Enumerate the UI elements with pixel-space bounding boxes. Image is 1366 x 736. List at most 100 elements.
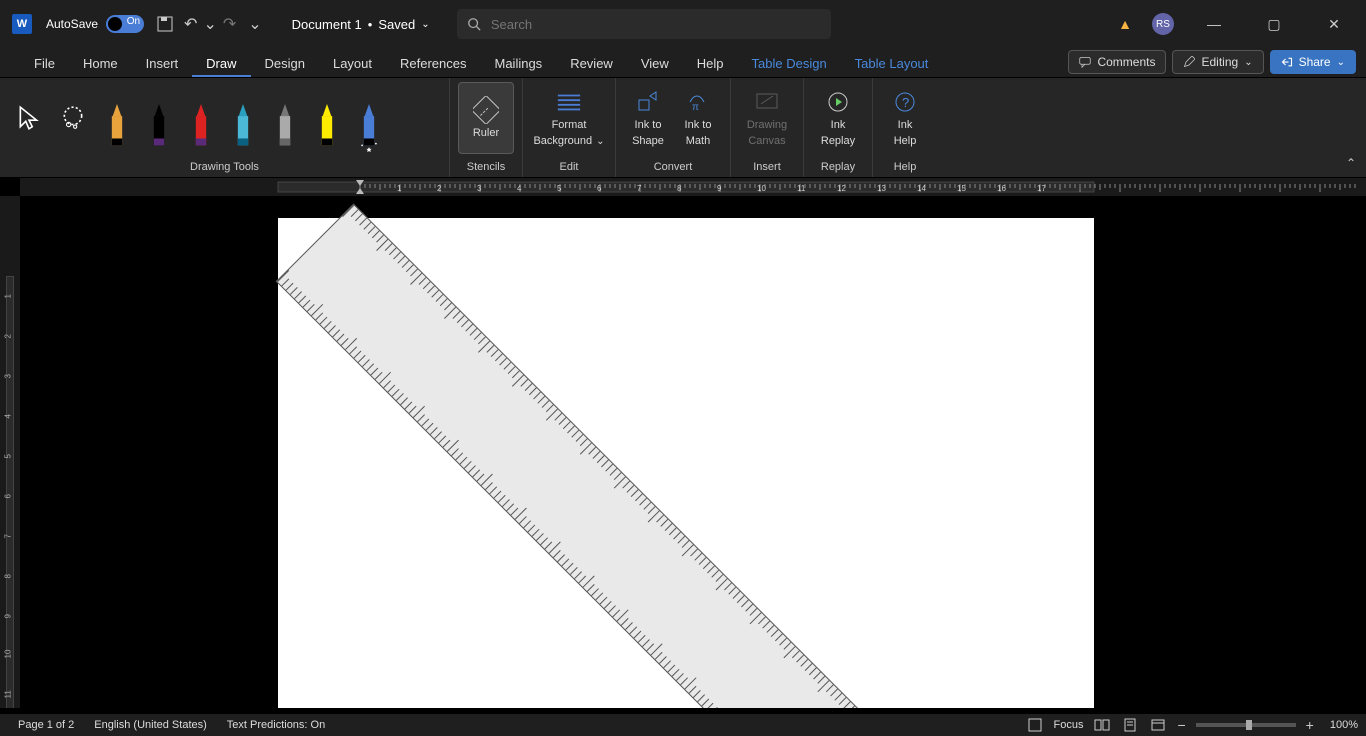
undo-icon[interactable]: ↶ [184,14,197,34]
pen-blue-sparkle[interactable] [348,82,390,154]
warning-icon[interactable]: ▲ [1118,16,1132,32]
status-bar: Page 1 of 2 English (United States) Text… [0,714,1366,736]
text-predictions-indicator[interactable]: Text Predictions: On [217,719,335,731]
undo-more[interactable]: ⌄ [203,14,216,34]
save-icon[interactable] [154,13,176,35]
horizontal-ruler[interactable]: 1234567891011121314151617 [20,178,1366,196]
focus-label[interactable]: Focus [1054,719,1084,731]
search-box[interactable] [457,9,831,39]
print-layout-icon[interactable] [1121,716,1139,734]
dc-l1: Drawing [747,119,787,131]
collapse-ribbon-icon[interactable]: ⌃ [1346,156,1356,170]
svg-text:14: 14 [917,184,926,193]
canvas-icon [754,89,780,115]
pen-black[interactable] [138,82,180,154]
highlighter-yellow[interactable] [306,82,348,154]
tab-design[interactable]: Design [251,52,319,77]
pen-galaxy[interactable] [222,82,264,154]
svg-text:9: 9 [717,184,722,193]
zoom-level[interactable]: 100% [1330,719,1358,731]
lasso-tool[interactable] [52,82,94,154]
share-button[interactable]: Share ⌄ [1270,50,1356,74]
tab-mailings[interactable]: Mailings [481,52,557,77]
v-ruler-inner [6,276,14,708]
autosave-toggle[interactable]: On [106,15,144,33]
page-indicator[interactable]: Page 1 of 2 [8,719,84,731]
ih-l2: Help [894,135,917,147]
tab-table-design[interactable]: Table Design [738,52,841,77]
svg-text:17: 17 [1037,184,1046,193]
ink-to-shape-button[interactable]: Ink to Shape [624,82,672,154]
editing-mode-button[interactable]: Editing ⌄ [1172,50,1263,74]
dc-l2: Canvas [748,135,785,147]
document-area[interactable]: 45° [20,196,1366,708]
autosave[interactable]: AutoSave On [46,15,144,33]
svg-text:12: 12 [837,184,846,193]
redo-icon[interactable]: ↷ [223,14,236,34]
is-l2: Shape [632,135,664,147]
ir-l2: Replay [821,135,855,147]
ink-replay-button[interactable]: Ink Replay [812,82,864,154]
title-caret-icon[interactable]: ⌄ [421,19,429,30]
tab-insert[interactable]: Insert [132,52,193,77]
ink-shape-icon [635,89,661,115]
tab-layout[interactable]: Layout [319,52,386,77]
pencil-icon [1183,56,1195,68]
comment-icon [1079,56,1091,68]
group-label: Convert [624,159,722,175]
tab-help[interactable]: Help [683,52,738,77]
focus-icon[interactable] [1026,716,1044,734]
svg-text:3: 3 [477,184,482,193]
language-indicator[interactable]: English (United States) [84,719,217,731]
tab-view[interactable]: View [627,52,683,77]
ruler-toggle[interactable]: Ruler [458,82,514,154]
search-icon [467,17,481,31]
search-input[interactable] [491,17,821,32]
format-background-button[interactable]: Format Background⌄ [531,82,607,154]
drawing-canvas-button: Drawing Canvas [739,82,795,154]
page[interactable]: 45° [278,218,1094,708]
doc-name: Document 1 [292,17,362,32]
pen-red[interactable] [180,82,222,154]
ink-help-button[interactable]: ? Ink Help [881,82,929,154]
user-avatar[interactable]: RS [1152,13,1174,35]
tab-references[interactable]: References [386,52,480,77]
im-l2: Math [686,135,710,147]
svg-text:5: 5 [557,184,562,193]
qat-more[interactable]: ⌄ [248,14,261,34]
app-icon: W [12,14,32,34]
zoom-out-icon[interactable]: − [1177,717,1185,733]
pen-orange[interactable] [96,82,138,154]
read-mode-icon[interactable] [1093,716,1111,734]
svg-text:2: 2 [437,184,442,193]
group-label: Replay [812,159,864,175]
comments-button[interactable]: Comments [1068,50,1166,74]
zoom-in-icon[interactable]: + [1306,717,1314,733]
tab-table-layout[interactable]: Table Layout [841,52,943,77]
editing-label: Editing [1201,55,1238,69]
minimize-icon[interactable]: — [1194,4,1234,44]
ir-l1: Ink [831,119,846,131]
chevron-down-icon: ⌄ [1337,57,1345,68]
title-bar: W AutoSave On ↶ ⌄ ↷ ⌄ Document 1 • Saved… [0,0,1366,48]
select-tool[interactable] [8,82,50,154]
ruler-stencil[interactable]: 45° [276,204,1366,708]
pencil-gray[interactable] [264,82,306,154]
tab-draw[interactable]: Draw [192,52,250,77]
maximize-icon[interactable]: ▢ [1254,4,1294,44]
svg-text:15: 15 [957,184,966,193]
ink-to-math-button[interactable]: π Ink to Math [674,82,722,154]
vertical-ruler[interactable]: 1234567891011 [0,196,20,708]
svg-text:6: 6 [597,184,602,193]
tab-file[interactable]: File [20,52,69,77]
tab-review[interactable]: Review [556,52,627,77]
group-label: Drawing Tools [8,159,441,175]
svg-text:8: 8 [677,184,682,193]
zoom-slider[interactable] [1196,723,1296,727]
svg-text:10: 10 [757,184,766,193]
group-label: Help [881,159,929,175]
web-layout-icon[interactable] [1149,716,1167,734]
document-title[interactable]: Document 1 • Saved ⌄ [292,17,430,32]
tab-home[interactable]: Home [69,52,132,77]
close-icon[interactable]: ✕ [1314,4,1354,44]
